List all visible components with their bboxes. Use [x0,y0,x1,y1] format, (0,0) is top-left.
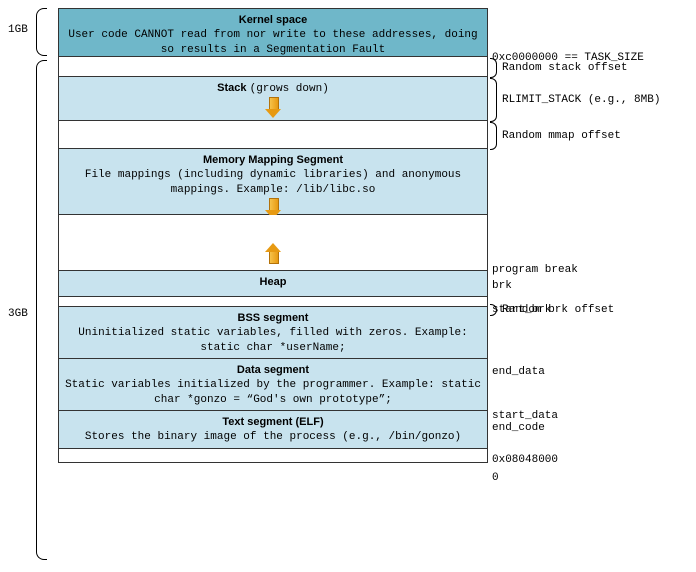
left-annotations: 1GB 3GB [8,8,54,564]
label-rand-mmap: Random mmap offset [502,130,621,142]
segment-kernel: Kernel space User code CANNOT read from … [58,9,488,57]
segment-data: Data segment Static variables initialize… [58,359,488,411]
gap-mmap-offset [58,121,488,149]
label-brk: brk [492,280,512,292]
kernel-title: Kernel space [65,13,481,28]
stack-suffix: (grows down) [250,83,329,95]
label-end-code: end_code [492,422,545,434]
label-rand-stack: Random stack offset [502,62,627,74]
heap-title: Heap [260,276,287,288]
segment-stack: Kernel space User code CANNOT read from … [58,8,488,463]
mmap-title: Memory Mapping Segment [65,153,481,168]
label-rand-brk: Random brk offset [502,304,614,316]
text-title: Text segment (ELF) [65,415,481,430]
gap-zero [58,449,488,463]
segment-text: Text segment (ELF) Stores the binary ima… [58,411,488,449]
segment-mmap: Memory Mapping Segment File mappings (in… [58,149,488,215]
segment-stack: Stack (grows down) [58,77,488,121]
brace-rlimit [490,78,497,122]
segment-heap: Heap [58,271,488,297]
arrow-up-icon [265,242,281,264]
text-desc: Stores the binary image of the process (… [65,430,481,445]
brace-1gb [36,8,47,56]
kernel-size-label: 1GB [8,24,28,36]
label-program-break: program break [492,264,578,276]
label-start-data: start_data [492,410,558,422]
data-desc: Static variables initialized by the prog… [65,378,481,408]
memory-layout-diagram: 1GB 3GB Kernel space User code CANNOT re… [8,8,688,564]
user-size-label: 3GB [8,308,28,320]
label-rlimit: RLIMIT_STACK (e.g., 8MB) [502,94,660,106]
label-end-data: end_data [492,366,545,378]
gap-brk-offset [58,297,488,307]
brace-stack-offset [490,58,497,78]
mmap-desc: File mappings (including dynamic librari… [65,168,481,198]
brace-3gb [36,60,47,560]
label-zero: 0 [492,472,499,484]
gap-break [58,215,488,271]
segment-bss: BSS segment Uninitialized static variabl… [58,307,488,359]
brace-mmap-offset [490,122,497,150]
data-title: Data segment [65,363,481,378]
stack-title-row: Stack (grows down) [65,81,481,97]
label-text-addr: 0x08048000 [492,454,558,466]
kernel-desc: User code CANNOT read from nor write to … [65,28,481,58]
stack-title: Stack [217,82,246,94]
bss-desc: Uninitialized static variables, filled w… [65,326,481,356]
arrow-down-icon [265,97,281,119]
bss-title: BSS segment [65,311,481,326]
right-annotations: 0xc0000000 == TASK_SIZE Random stack off… [492,8,692,564]
gap-stack-offset [58,57,488,77]
